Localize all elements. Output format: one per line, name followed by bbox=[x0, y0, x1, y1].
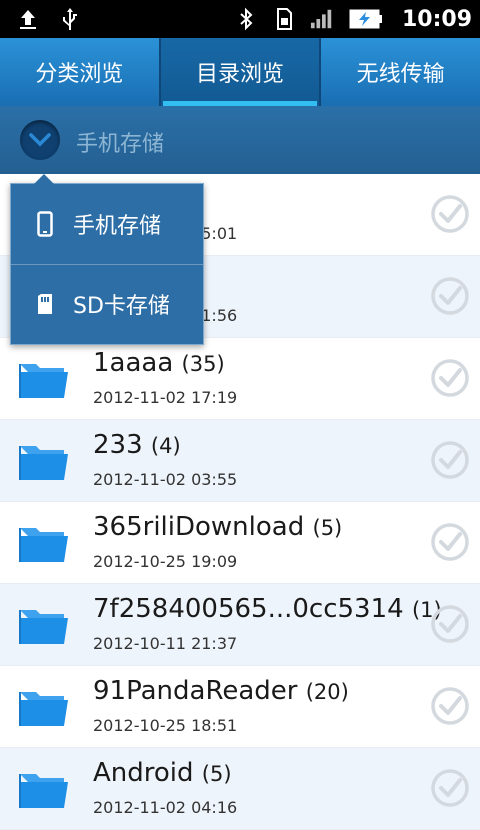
tab-wireless-transfer[interactable]: 无线传输 bbox=[321, 38, 480, 106]
check-circle-icon[interactable] bbox=[430, 276, 470, 316]
check-circle-icon[interactable] bbox=[430, 768, 470, 808]
list-item[interactable]: 233 (4) 2012-11-02 03:55 bbox=[0, 420, 480, 502]
check-circle-icon[interactable] bbox=[430, 686, 470, 726]
folder-name: 1aaaa bbox=[93, 348, 174, 378]
folder-name-line: 365riliDownload (5) bbox=[93, 512, 342, 542]
modified-date: 2012-10-25 18:51 bbox=[93, 716, 238, 735]
folder-icon bbox=[19, 446, 68, 480]
folder-icon bbox=[19, 610, 68, 644]
folder-name-line: 1aaaa (35) bbox=[93, 348, 225, 378]
folder-icon bbox=[19, 528, 68, 562]
location-bar: 手机存储 bbox=[0, 106, 480, 174]
folder-name: 233 bbox=[93, 430, 143, 460]
modified-date: 2012-11-02 04:16 bbox=[93, 798, 238, 817]
tab-directory-browse[interactable]: 目录浏览 bbox=[160, 38, 322, 106]
item-count: (20) bbox=[305, 680, 349, 704]
tab-bar: 分类浏览 目录浏览 无线传输 bbox=[0, 38, 480, 106]
folder-icon bbox=[19, 364, 68, 398]
folder-name: 7f258400565...0cc5314 bbox=[93, 594, 404, 624]
folder-name: 91PandaReader bbox=[93, 676, 298, 706]
upload-icon bbox=[16, 6, 40, 32]
dropdown-item-label: 手机存储 bbox=[73, 214, 162, 239]
phone-icon bbox=[33, 210, 57, 238]
clock: 10:09 bbox=[401, 6, 472, 32]
battery-icon bbox=[348, 6, 384, 32]
list-item[interactable]: 365riliDownload (5) 2012-10-25 19:09 bbox=[0, 502, 480, 584]
item-count: (35) bbox=[181, 352, 225, 376]
storage-toggle-button[interactable] bbox=[20, 120, 60, 160]
storage-dropdown: 手机存储 SD卡存储 bbox=[10, 174, 204, 345]
folder-name-line: Android (5) bbox=[93, 758, 232, 788]
folder-icon bbox=[19, 774, 68, 808]
folder-name-line: 7f258400565...0cc5314 (1) bbox=[93, 594, 442, 624]
list-item[interactable]: Android (5) 2012-11-02 04:16 bbox=[0, 748, 480, 830]
status-bar: 10:09 bbox=[0, 0, 480, 38]
item-count: (5) bbox=[201, 762, 232, 786]
folder-name-line: 233 (4) bbox=[93, 430, 181, 460]
list-item[interactable]: 1aaaa (35) 2012-11-02 17:19 bbox=[0, 338, 480, 420]
chevron-down-icon bbox=[29, 133, 51, 147]
sd-card-icon bbox=[33, 290, 57, 318]
tab-label: 分类浏览 bbox=[35, 62, 124, 87]
folder-icon bbox=[19, 692, 68, 726]
item-count: (5) bbox=[312, 516, 343, 540]
tab-label: 无线传输 bbox=[356, 62, 445, 87]
check-circle-icon[interactable] bbox=[430, 522, 470, 562]
usb-icon bbox=[58, 6, 82, 32]
folder-name: Android bbox=[93, 758, 194, 788]
check-circle-icon[interactable] bbox=[430, 440, 470, 480]
list-item[interactable]: 7f258400565...0cc5314 (1) 2012-10-11 21:… bbox=[0, 584, 480, 666]
sim-card-icon bbox=[272, 6, 296, 32]
current-storage-label: 手机存储 bbox=[76, 132, 165, 157]
dropdown-item-label: SD卡存储 bbox=[73, 294, 170, 319]
tab-category-browse[interactable]: 分类浏览 bbox=[0, 38, 161, 106]
folder-name-line: 91PandaReader (20) bbox=[93, 676, 349, 706]
item-count: (4) bbox=[150, 434, 181, 458]
modified-date: 2012-10-11 21:37 bbox=[93, 634, 238, 653]
dropdown-item-sd-storage[interactable]: SD卡存储 bbox=[11, 264, 203, 344]
modified-date: 2012-11-02 17:19 bbox=[93, 388, 238, 407]
signal-icon bbox=[310, 6, 334, 32]
tab-label: 目录浏览 bbox=[196, 62, 285, 87]
check-circle-icon[interactable] bbox=[430, 358, 470, 398]
check-circle-icon[interactable] bbox=[430, 604, 470, 644]
modified-date: 2012-11-02 03:55 bbox=[93, 470, 238, 489]
list-item[interactable]: 91PandaReader (20) 2012-10-25 18:51 bbox=[0, 666, 480, 748]
modified-date: 2012-10-25 19:09 bbox=[93, 552, 238, 571]
folder-name: 365riliDownload bbox=[93, 512, 305, 542]
bluetooth-icon bbox=[234, 6, 258, 32]
dropdown-item-phone-storage[interactable]: 手机存储 bbox=[11, 184, 203, 265]
check-circle-icon[interactable] bbox=[430, 194, 470, 234]
